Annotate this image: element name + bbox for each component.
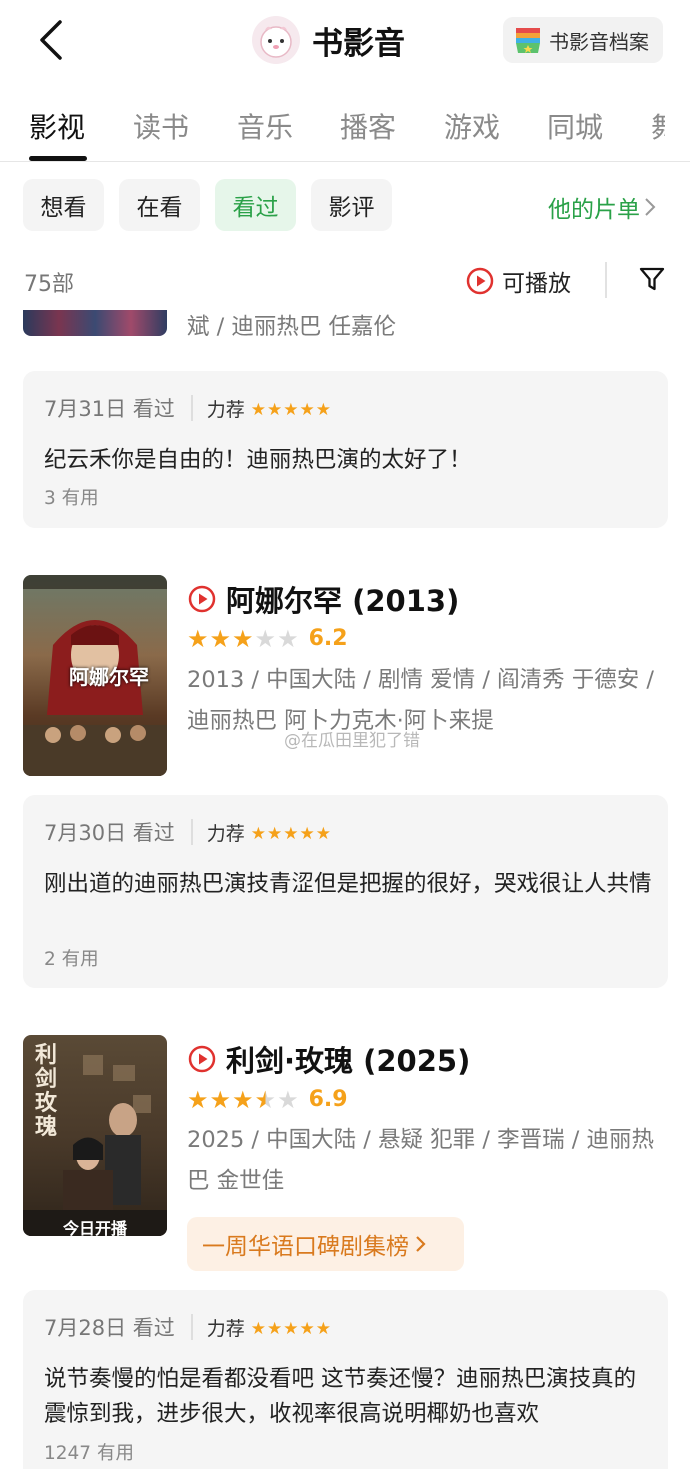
- review-date: 7月30日 看过: [44, 821, 175, 845]
- playable-filter[interactable]: 可播放: [466, 264, 571, 298]
- review-header: 7月30日 看过 力荐 ★★★★★: [44, 817, 332, 847]
- his-list-label: 他的片单: [548, 197, 640, 223]
- chip-watched[interactable]: 看过: [215, 179, 296, 231]
- back-arrow-icon: [40, 20, 62, 60]
- poster-title: 阿娜尔罕: [69, 665, 149, 689]
- tab-local[interactable]: 同城: [547, 106, 603, 146]
- page-title: 书影音: [312, 25, 405, 62]
- play-circle-icon: [188, 1045, 216, 1073]
- review-rating-label: 力荐: [206, 398, 245, 421]
- chip-watching[interactable]: 在看: [119, 179, 200, 231]
- review-text: 说节奏慢的怕是看都没看吧 这节奏还慢？迪丽热巴演技真的震惊到我，进步很大，收视率…: [44, 1366, 637, 1427]
- chip-reviews[interactable]: 影评: [311, 179, 392, 231]
- movie-title-row[interactable]: 利剑·玫瑰 (2025): [188, 1038, 470, 1080]
- archive-label: 书影音档案: [549, 29, 649, 54]
- review-rating-label: 力荐: [206, 822, 245, 845]
- tab-more[interactable]: 舞: [651, 106, 665, 146]
- review-text: 刚出道的迪丽热巴演技青涩但是把握的很好，哭戏很让人共情: [44, 871, 652, 897]
- play-circle-icon: [188, 585, 216, 613]
- top-bar: 书影音 书影音档案: [0, 0, 690, 86]
- chevron-right-icon: [416, 1236, 426, 1252]
- movie-poster[interactable]: 阿娜尔罕: [23, 575, 167, 776]
- star-rating: ★ ★ ★ ★ ★: [187, 1085, 299, 1114]
- rank-badge-label: 一周华语口碑剧集榜: [202, 1234, 409, 1260]
- page-title-group: 书影音: [252, 16, 405, 64]
- movie-title: 阿娜尔罕 (2013): [226, 584, 460, 618]
- review-star-rating: ★★★★★: [250, 400, 332, 420]
- watermark: @在瓜田里犯了错: [284, 731, 420, 751]
- star-rating: ★ ★ ★ ★ ★: [187, 624, 299, 653]
- movie-poster[interactable]: 利剑玫瑰 今日开播: [23, 1035, 167, 1236]
- divider: [605, 262, 607, 298]
- movie-meta-partial: 斌 / 迪丽热巴 任嘉伦: [187, 314, 397, 340]
- chip-want[interactable]: 想看: [23, 179, 104, 231]
- review-rating-label: 力荐: [206, 1317, 245, 1340]
- review-useful-count[interactable]: 3 有用: [44, 484, 99, 510]
- filter-button[interactable]: [638, 265, 666, 297]
- divider: [190, 1314, 193, 1340]
- divider: [190, 819, 193, 845]
- tab-podcasts[interactable]: 播客: [340, 106, 396, 146]
- app-mascot-icon: [252, 16, 300, 64]
- movie-rating: ★ ★ ★ ★ ★ 6.2: [187, 626, 348, 651]
- divider: [190, 395, 193, 421]
- review-star-rating: ★★★★★: [250, 1319, 332, 1339]
- review-useful-count[interactable]: 2 有用: [44, 945, 99, 971]
- movie-meta: 2025 / 中国大陆 / 悬疑 犯罪 / 李晋瑞 / 迪丽热巴 金世佳: [187, 1127, 654, 1194]
- tab-books[interactable]: 读书: [133, 106, 189, 146]
- tab-movies[interactable]: 影视: [29, 106, 85, 146]
- review-date: 7月28日 看过: [44, 1316, 175, 1340]
- tab-games[interactable]: 游戏: [444, 106, 500, 146]
- poster-title: 利剑玫瑰: [35, 1042, 58, 1140]
- review-card[interactable]: 7月30日 看过 力荐 ★★★★★ 刚出道的迪丽热巴演技青涩但是把握的很好，哭戏…: [23, 795, 668, 988]
- review-header: 7月31日 看过 力荐 ★★★★★: [44, 393, 332, 423]
- filter-funnel-icon: [639, 267, 665, 291]
- movie-score: 6.2: [308, 626, 348, 651]
- review-card[interactable]: 7月28日 看过 力荐 ★★★★★ 说节奏慢的怕是看都没看吧 这节奏还慢？迪丽热…: [23, 1290, 668, 1469]
- movie-rating: ★ ★ ★ ★ ★ 6.9: [187, 1087, 348, 1112]
- back-button[interactable]: [34, 18, 74, 62]
- movie-title-row[interactable]: 阿娜尔罕 (2013): [188, 578, 459, 620]
- movie-meta: 2013 / 中国大陆 / 剧情 爱情 / 阎清秀 于德安 / 迪丽热巴 阿卜力…: [187, 667, 654, 734]
- movie-title: 利剑·玫瑰 (2025): [226, 1044, 471, 1078]
- archive-box-icon: [516, 28, 540, 53]
- category-tabs: 影视 读书 音乐 播客 游戏 同城 舞: [0, 100, 690, 162]
- poster-banner: 今日开播: [62, 1219, 127, 1236]
- playable-label: 可播放: [502, 271, 571, 297]
- archive-button[interactable]: 书影音档案: [503, 17, 663, 63]
- active-tab-indicator: [29, 156, 87, 161]
- movie-score: 6.9: [308, 1087, 348, 1112]
- play-circle-icon: [466, 267, 494, 295]
- movie-poster-partial[interactable]: [23, 310, 167, 336]
- tab-music[interactable]: 音乐: [237, 106, 293, 146]
- his-list-link[interactable]: 他的片单: [548, 190, 656, 224]
- chevron-right-icon: [645, 198, 656, 216]
- review-text: 纪云禾你是自由的！迪丽热巴演的太好了！: [44, 447, 472, 473]
- review-useful-count[interactable]: 1247 有用: [44, 1439, 134, 1465]
- review-header: 7月28日 看过 力荐 ★★★★★: [44, 1312, 332, 1342]
- review-card[interactable]: 7月31日 看过 力荐 ★★★★★ 纪云禾你是自由的！迪丽热巴演的太好了！ 3 …: [23, 371, 668, 528]
- rank-badge-link[interactable]: 一周华语口碑剧集榜: [187, 1217, 464, 1271]
- review-date: 7月31日 看过: [44, 397, 175, 421]
- review-star-rating: ★★★★★: [250, 824, 332, 844]
- item-count: 75部: [24, 272, 74, 297]
